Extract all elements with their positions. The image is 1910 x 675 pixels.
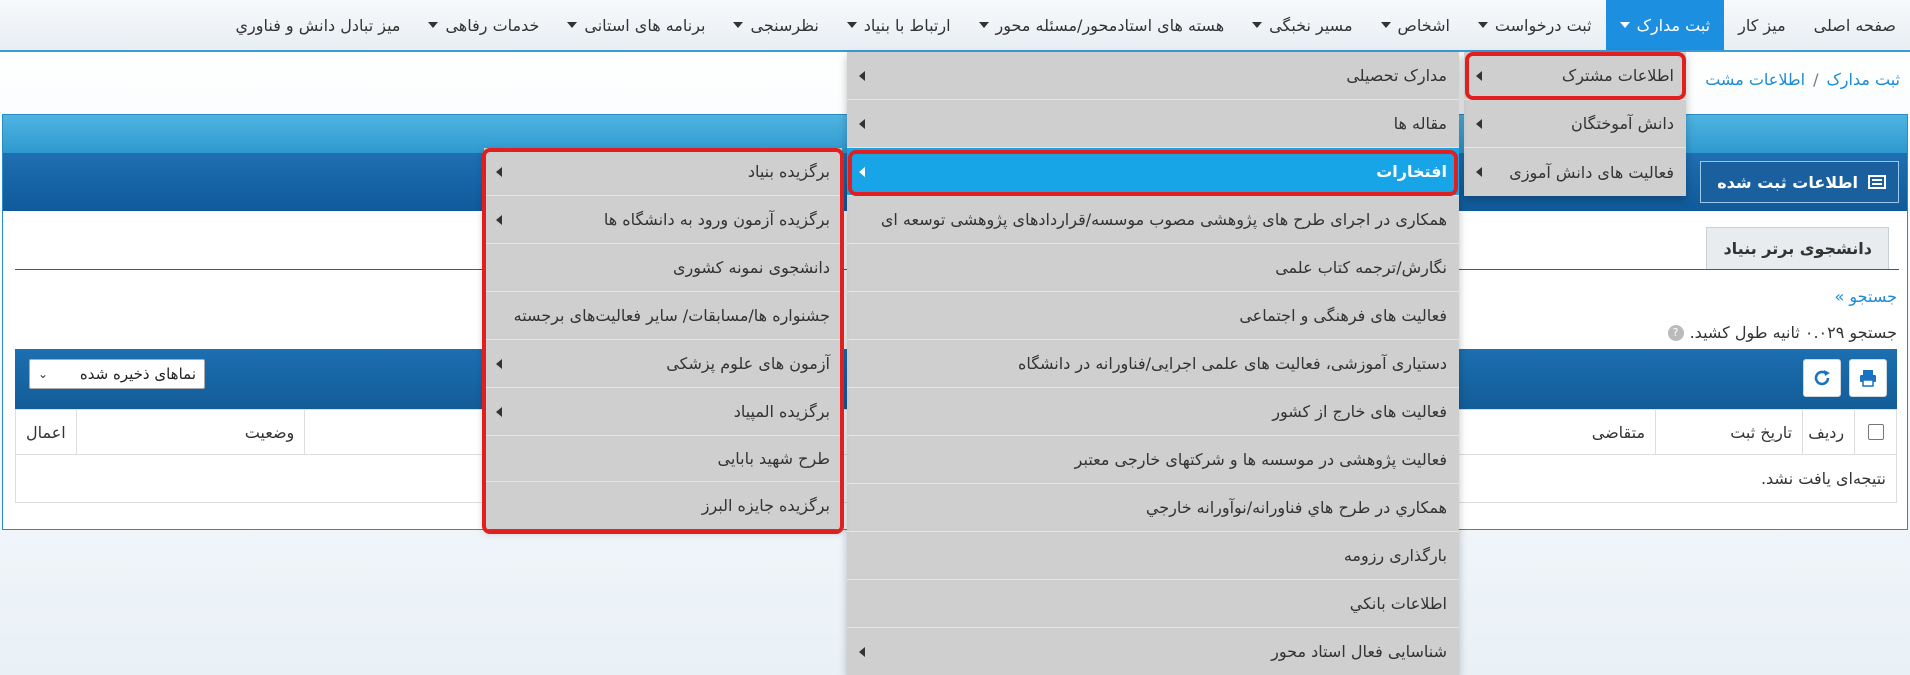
nav-desk[interactable]: میز کار — [1724, 0, 1800, 50]
caret-left-icon — [1476, 118, 1482, 129]
caret-left-icon — [496, 406, 502, 417]
menu-item-bank-info[interactable]: اطلاعات بانكي — [847, 580, 1459, 628]
caret-left-icon — [859, 166, 865, 177]
breadcrumb-register-documents[interactable]: ثبت مدارک — [1826, 70, 1900, 89]
menu-item-entrance-exam-elite[interactable]: برگزیده آزمون ورود به دانشگاه ها — [484, 196, 842, 244]
nav-submit-request[interactable]: ثبت درخواست — [1464, 0, 1606, 50]
caret-down-icon — [428, 22, 439, 28]
col-status[interactable]: وضعیت — [75, 410, 305, 454]
menu-item-foreign-tech[interactable]: همكاري در طرح هاي فناورانه/نوآورانه خارج… — [847, 484, 1459, 532]
col-row[interactable]: ردیف — [1802, 410, 1854, 454]
search-time-info: جستجو ۰.۰۲۹ ثانیه طول کشید. ? — [1667, 323, 1897, 342]
caret-down-icon — [1619, 22, 1630, 28]
col-date[interactable]: تاریخ ثبت — [1655, 410, 1802, 454]
refresh-icon — [1814, 370, 1830, 386]
top-navbar: صفحه اصلی میز کار ثبت مدارک ثبت درخواست … — [0, 0, 1910, 52]
printer-icon — [1860, 370, 1876, 387]
menu-item-research-projects[interactable]: همکاری در اجرای طرح های پژوهشی مصوب موسس… — [847, 196, 1459, 244]
col-actions[interactable]: اعمال — [16, 410, 76, 454]
caret-left-icon — [859, 118, 865, 129]
caret-left-icon — [859, 646, 865, 657]
caret-down-icon — [567, 22, 578, 28]
breadcrumb: ثبت مدارک / اطلاعات مشت — [1705, 70, 1900, 89]
caret-down-icon — [978, 22, 989, 28]
menu-shared-info: مدارک تحصیلی مقاله ها افتخارات همکاری در… — [847, 52, 1459, 675]
menu-item-alborz-prize[interactable]: برگزیده جایزه البرز — [484, 482, 842, 528]
tab-top-student[interactable]: دانشجوی برتر بنیاد — [1706, 227, 1889, 269]
caret-left-icon — [859, 70, 865, 81]
menu-item-upload-resume[interactable]: بارگذاری رزومه — [847, 532, 1459, 580]
caret-left-icon — [1476, 70, 1482, 81]
caret-left-icon — [496, 358, 502, 369]
caret-down-icon — [1252, 22, 1263, 28]
caret-down-icon — [1380, 22, 1391, 28]
menu-item-foreign-research[interactable]: فعالیت پژوهشی در موسسه ها و شرکتهای خارج… — [847, 436, 1459, 484]
search-time-text: جستجو ۰.۰۲۹ ثانیه طول کشید. — [1689, 323, 1897, 342]
menu-register-documents: اطلاعات مشترک دانش آموختگان فعالیت های د… — [1464, 52, 1686, 196]
caret-left-icon — [496, 214, 502, 225]
nav-persons[interactable]: اشخاص — [1367, 0, 1464, 50]
nav-survey[interactable]: نظرسنجی — [719, 0, 832, 50]
breadcrumb-shared-info[interactable]: اطلاعات مشت — [1705, 70, 1805, 89]
menu-item-cultural-activities[interactable]: فعالیت های فرهنگی و اجتماعی — [847, 292, 1459, 340]
panel-title: اطلاعات ثبت شده — [1700, 161, 1899, 203]
menu-item-graduates[interactable]: دانش آموختگان — [1464, 100, 1686, 148]
menu-item-shared-info[interactable]: اطلاعات مشترک — [1464, 52, 1686, 100]
nav-welfare-services[interactable]: خدمات رفاهی — [414, 0, 553, 50]
menu-item-book-writing[interactable]: نگارش/ترجمه کتاب علمی — [847, 244, 1459, 292]
print-button[interactable] — [1849, 359, 1887, 397]
nav-knowledge-exchange[interactable]: میز تبادل دانش و فناوري — [222, 0, 415, 50]
saved-views-select[interactable]: نماهای ذخیره شده ⌄ — [29, 359, 205, 389]
menu-item-articles[interactable]: مقاله ها — [847, 100, 1459, 148]
caret-left-icon — [1476, 167, 1482, 177]
nav-provincial-programs[interactable]: برنامه های استانی — [553, 0, 719, 50]
chevron-down-icon: ⌄ — [38, 367, 49, 381]
menu-item-festivals[interactable]: جشنواره ها/مسابقات/ سایر فعالیت‌های برجس… — [484, 292, 842, 340]
menu-item-active-professor[interactable]: شناسایی فعال استاد محور — [847, 628, 1459, 675]
menu-item-honors[interactable]: افتخارات — [847, 148, 1459, 196]
menu-honors: برگزیده بنیاد برگزیده آزمون ورود به دانش… — [484, 148, 842, 528]
select-all-cell — [1854, 410, 1896, 454]
nav-contact-foundation[interactable]: ارتباط با بنیاد — [833, 0, 965, 50]
caret-down-icon — [733, 22, 744, 28]
breadcrumb-separator: / — [1813, 70, 1819, 89]
menu-item-olympiad-elite[interactable]: برگزیده المپیاد — [484, 388, 842, 436]
nav-elite-path[interactable]: مسیر نخبگی — [1238, 0, 1366, 50]
menu-item-degrees[interactable]: مدارک تحصیلی — [847, 52, 1459, 100]
help-icon[interactable]: ? — [1667, 324, 1684, 341]
list-icon — [1868, 175, 1886, 189]
menu-item-medical-exams[interactable]: آزمون های علوم پزشکی — [484, 340, 842, 388]
menu-item-exemplary-student[interactable]: دانشجوی نمونه کشوری — [484, 244, 842, 292]
menu-item-foundation-elite[interactable]: برگزیده بنیاد — [484, 148, 842, 196]
menu-item-abroad-activities[interactable]: فعالیت های خارج از کشور — [847, 388, 1459, 436]
empty-message: نتیجه‌ای یافت نشد. — [1760, 469, 1886, 488]
menu-item-teaching-assistant[interactable]: دستیاری آموزشی، فعالیت های علمی اجرایی/ف… — [847, 340, 1459, 388]
select-all-checkbox[interactable] — [1867, 424, 1884, 440]
caret-down-icon — [846, 22, 857, 28]
caret-left-icon — [496, 166, 502, 177]
caret-down-icon — [1477, 22, 1488, 28]
menu-item-student-activities[interactable]: فعالیت های دانش آموزی — [1464, 148, 1686, 196]
menu-item-babaei-plan[interactable]: طرح شهید بابایی — [484, 436, 842, 482]
search-link[interactable]: جستجو » — [1835, 287, 1897, 306]
nav-home[interactable]: صفحه اصلی — [1800, 0, 1910, 50]
nav-professor-cores[interactable]: هسته های استادمحور/مسئله محور — [965, 0, 1239, 50]
refresh-button[interactable] — [1803, 359, 1841, 397]
nav-register-documents[interactable]: ثبت مدارک — [1605, 0, 1725, 50]
